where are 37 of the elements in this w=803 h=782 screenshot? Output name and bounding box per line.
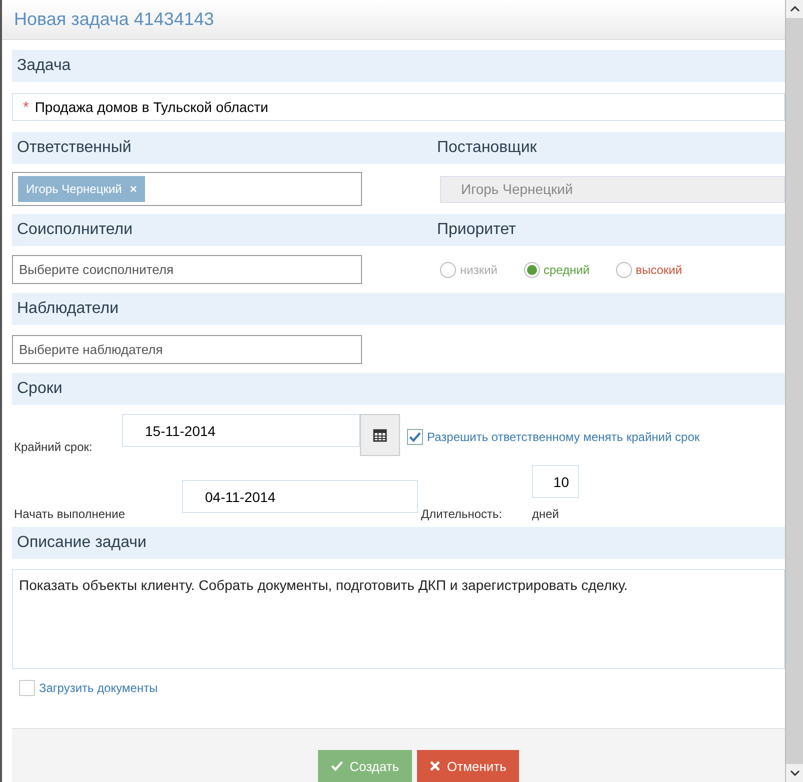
- duration-field[interactable]: 10: [532, 465, 579, 498]
- priority-radio[interactable]: низкий: [440, 262, 498, 278]
- observers-field[interactable]: Выберите наблюдателя: [12, 334, 362, 364]
- start-label: Начать выполнение: [13, 507, 126, 521]
- close-icon: [430, 761, 440, 771]
- section-title: Ответственный: [16, 139, 132, 157]
- person-tag: Игорь Чернецкий ×: [18, 176, 145, 202]
- calendar-button[interactable]: [360, 414, 400, 456]
- check-icon: [330, 760, 343, 772]
- create-button[interactable]: Создать: [318, 750, 412, 782]
- check-icon: [409, 431, 421, 443]
- scroll-up-icon[interactable]: [790, 6, 800, 12]
- section-title: Наблюдатели: [16, 300, 119, 318]
- required-mark: *: [23, 98, 29, 116]
- cancel-button[interactable]: Отменить: [417, 750, 520, 782]
- section-title: Соисполнители: [16, 221, 132, 239]
- deadline-field[interactable]: 15-11-2014: [122, 414, 360, 447]
- scroll-down-icon[interactable]: [790, 770, 800, 776]
- section-title: Приоритет: [436, 221, 516, 239]
- duration-label: Длительность:: [421, 507, 504, 521]
- priority-radio[interactable]: высокий: [616, 262, 682, 278]
- task-title-field[interactable]: * Продажа домов в Тульской области: [12, 93, 785, 121]
- allow-change-checkbox[interactable]: Разрешить ответственному менять крайний срок: [407, 429, 700, 445]
- start-date-field[interactable]: 04-11-2014: [182, 480, 418, 513]
- section-title: Задача: [16, 57, 71, 75]
- description-field[interactable]: Показать объекты клиенту. Собрать документы, подготовить ДКП и зарегистрировать сделку.: [12, 569, 785, 669]
- upload-checkbox[interactable]: Загрузить документы: [19, 680, 158, 696]
- author-field: Игорь Чернецкий: [440, 176, 785, 202]
- window-title: Новая задача 41434143: [14, 9, 214, 30]
- priority-radio[interactable]: средний: [524, 262, 590, 278]
- calendar-icon: [373, 428, 387, 442]
- section-title: Описание задачи: [16, 534, 146, 552]
- deadline-label: Крайний срок:: [13, 440, 94, 454]
- section-title: Сроки: [16, 380, 62, 398]
- section-title: Постановщик: [436, 139, 537, 157]
- duration-unit: дней: [532, 507, 560, 521]
- coexecutors-field[interactable]: Выберите соисполнителя: [12, 255, 362, 284]
